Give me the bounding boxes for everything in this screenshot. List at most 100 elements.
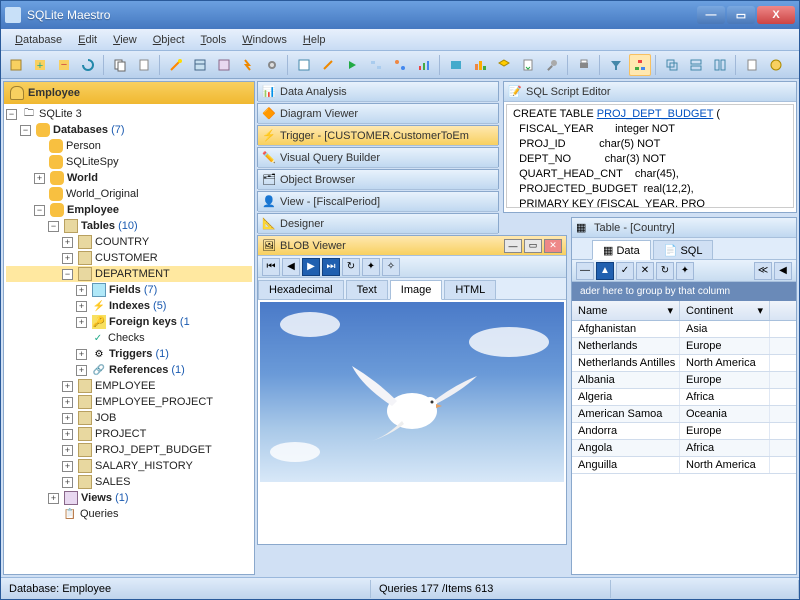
tnav-up[interactable]: ▲ <box>596 262 614 280</box>
tb-add[interactable]: + <box>29 54 51 76</box>
blob-max[interactable]: ▭ <box>524 239 542 253</box>
panel-view[interactable]: 👤View - [FiscalPeriod] <box>257 191 499 211</box>
tree-tbl-customer[interactable]: +CUSTOMER <box>6 250 252 266</box>
tb-diagram[interactable] <box>389 54 411 76</box>
tb-extract[interactable] <box>517 54 539 76</box>
menu-tools[interactable]: Tools <box>195 32 233 48</box>
tree-db-employee[interactable]: −Employee <box>6 202 252 218</box>
col-name[interactable]: Name▾ <box>572 301 680 320</box>
tb-options[interactable] <box>765 54 787 76</box>
tb-copy[interactable] <box>109 54 131 76</box>
tb-script[interactable] <box>133 54 155 76</box>
menu-windows[interactable]: Windows <box>236 32 293 48</box>
menu-object[interactable]: Object <box>147 32 191 48</box>
nav-first[interactable]: ⏮ <box>262 258 280 276</box>
tnav-edit[interactable]: — <box>576 262 594 280</box>
tb-exec[interactable] <box>341 54 363 76</box>
table-row[interactable]: AnguillaNorth America <box>572 457 796 474</box>
tab-hex[interactable]: Hexadecimal <box>258 280 344 299</box>
table-row[interactable]: AngolaAfrica <box>572 440 796 457</box>
panel-vqb[interactable]: ✏️Visual Query Builder <box>257 147 499 167</box>
tree-tbl-job[interactable]: +JOB <box>6 410 252 426</box>
tb-table[interactable] <box>189 54 211 76</box>
tb-blob[interactable] <box>445 54 467 76</box>
tb-chart[interactable] <box>469 54 491 76</box>
panel-trigger[interactable]: ⚡Trigger - [CUSTOMER.CustomerToEm <box>257 125 499 145</box>
table-row[interactable]: American SamoaOceania <box>572 406 796 423</box>
tb-tile-h[interactable] <box>685 54 707 76</box>
tb-tools[interactable] <box>541 54 563 76</box>
nav-add[interactable]: ✦ <box>362 258 380 276</box>
tb-wizard[interactable] <box>165 54 187 76</box>
panel-analysis[interactable]: 📊Data Analysis <box>257 81 499 101</box>
tab-image[interactable]: Image <box>390 280 443 300</box>
sql-header[interactable]: 📝SQL Script Editor <box>504 82 796 102</box>
tree-tbl-pdb[interactable]: +PROJ_DEPT_BUDGET <box>6 442 252 458</box>
tab-text[interactable]: Text <box>346 280 388 299</box>
titlebar[interactable]: SQLite Maestro — ▭ X <box>1 1 799 29</box>
tree-tbl-department[interactable]: −DEPARTMENT <box>6 266 252 282</box>
tree-db-person[interactable]: Person <box>6 138 252 154</box>
tab-html[interactable]: HTML <box>444 280 496 299</box>
table-row[interactable]: AndorraEurope <box>572 423 796 440</box>
tb-cascade[interactable] <box>661 54 683 76</box>
table-header[interactable]: ▦Table - [Country] <box>572 218 796 238</box>
tree-triggers[interactable]: +⚙Triggers (1) <box>6 346 252 362</box>
panel-designer[interactable]: 📐Designer <box>257 213 499 233</box>
minimize-button[interactable]: — <box>697 6 725 24</box>
tnav-prev[interactable]: ◀ <box>774 262 792 280</box>
tree-tbl-project[interactable]: +PROJECT <box>6 426 252 442</box>
tb-gear[interactable] <box>261 54 283 76</box>
tb-remove[interactable]: − <box>53 54 75 76</box>
tree-refs[interactable]: +🔗References (1) <box>6 362 252 378</box>
tnav-cancel[interactable]: ✕ <box>636 262 654 280</box>
tree-indexes[interactable]: +⚡Indexes (5) <box>6 298 252 314</box>
tree-databases[interactable]: −Databases (7) <box>6 122 252 138</box>
nav-refresh[interactable]: ↻ <box>342 258 360 276</box>
tree-checks[interactable]: ✓Checks <box>6 330 252 346</box>
tb-analysis[interactable] <box>413 54 435 76</box>
tb-edit[interactable] <box>317 54 339 76</box>
tb-print[interactable] <box>573 54 595 76</box>
tree-views[interactable]: +Views (1) <box>6 490 252 506</box>
tree-tbl-country[interactable]: +COUNTRY <box>6 234 252 250</box>
col-continent[interactable]: Continent▾ <box>680 301 770 320</box>
tb-tile-v[interactable] <box>709 54 731 76</box>
tree-fkeys[interactable]: +🔑Foreign keys (1 <box>6 314 252 330</box>
menu-database[interactable]: Database <box>9 32 68 48</box>
tree-db-world[interactable]: +World <box>6 170 252 186</box>
tb-filter[interactable] <box>605 54 627 76</box>
tb-sql[interactable] <box>293 54 315 76</box>
close-button[interactable]: X <box>757 6 795 24</box>
menu-help[interactable]: Help <box>297 32 332 48</box>
table-row[interactable]: NetherlandsEurope <box>572 338 796 355</box>
tree-db-worldorig[interactable]: World_Original <box>6 186 252 202</box>
tree-tbl-employee[interactable]: +EMPLOYEE <box>6 378 252 394</box>
tb-refresh[interactable] <box>77 54 99 76</box>
tree-tbl-sales[interactable]: +SALES <box>6 474 252 490</box>
tree-root[interactable]: −🗀SQLite 3 <box>6 106 252 122</box>
nav-last[interactable]: ⏭ <box>322 258 340 276</box>
tree-tbl-salary[interactable]: +SALARY_HISTORY <box>6 458 252 474</box>
tab-data[interactable]: ▦ Data <box>592 240 651 260</box>
table-row[interactable]: AfghanistanAsia <box>572 321 796 338</box>
nav-next[interactable]: ▶ <box>302 258 320 276</box>
tree-db-spy[interactable]: SQLiteSpy <box>6 154 252 170</box>
tnav-refresh[interactable]: ↻ <box>656 262 674 280</box>
tnav-star[interactable]: ✦ <box>676 262 694 280</box>
table-row[interactable]: AlbaniaEurope <box>572 372 796 389</box>
tree-tbl-empproj[interactable]: +EMPLOYEE_PROJECT <box>6 394 252 410</box>
tb-vqb[interactable] <box>365 54 387 76</box>
panel-browser[interactable]: 🗂Object Browser <box>257 169 499 189</box>
nav-del[interactable]: ✧ <box>382 258 400 276</box>
tb-view[interactable] <box>213 54 235 76</box>
tb-settings[interactable] <box>741 54 763 76</box>
table-row[interactable]: AlgeriaAfrica <box>572 389 796 406</box>
table-row[interactable]: Netherlands AntillesNorth America <box>572 355 796 372</box>
menu-view[interactable]: View <box>107 32 143 48</box>
nav-prev[interactable]: ◀ <box>282 258 300 276</box>
sql-content[interactable]: CREATE TABLE PROJ_DEPT_BUDGET ( FISCAL_Y… <box>506 104 794 208</box>
tab-sql[interactable]: 📄 SQL <box>653 240 714 259</box>
tree-queries[interactable]: 📋Queries <box>6 506 252 522</box>
panel-diagram[interactable]: 🔶Diagram Viewer <box>257 103 499 123</box>
